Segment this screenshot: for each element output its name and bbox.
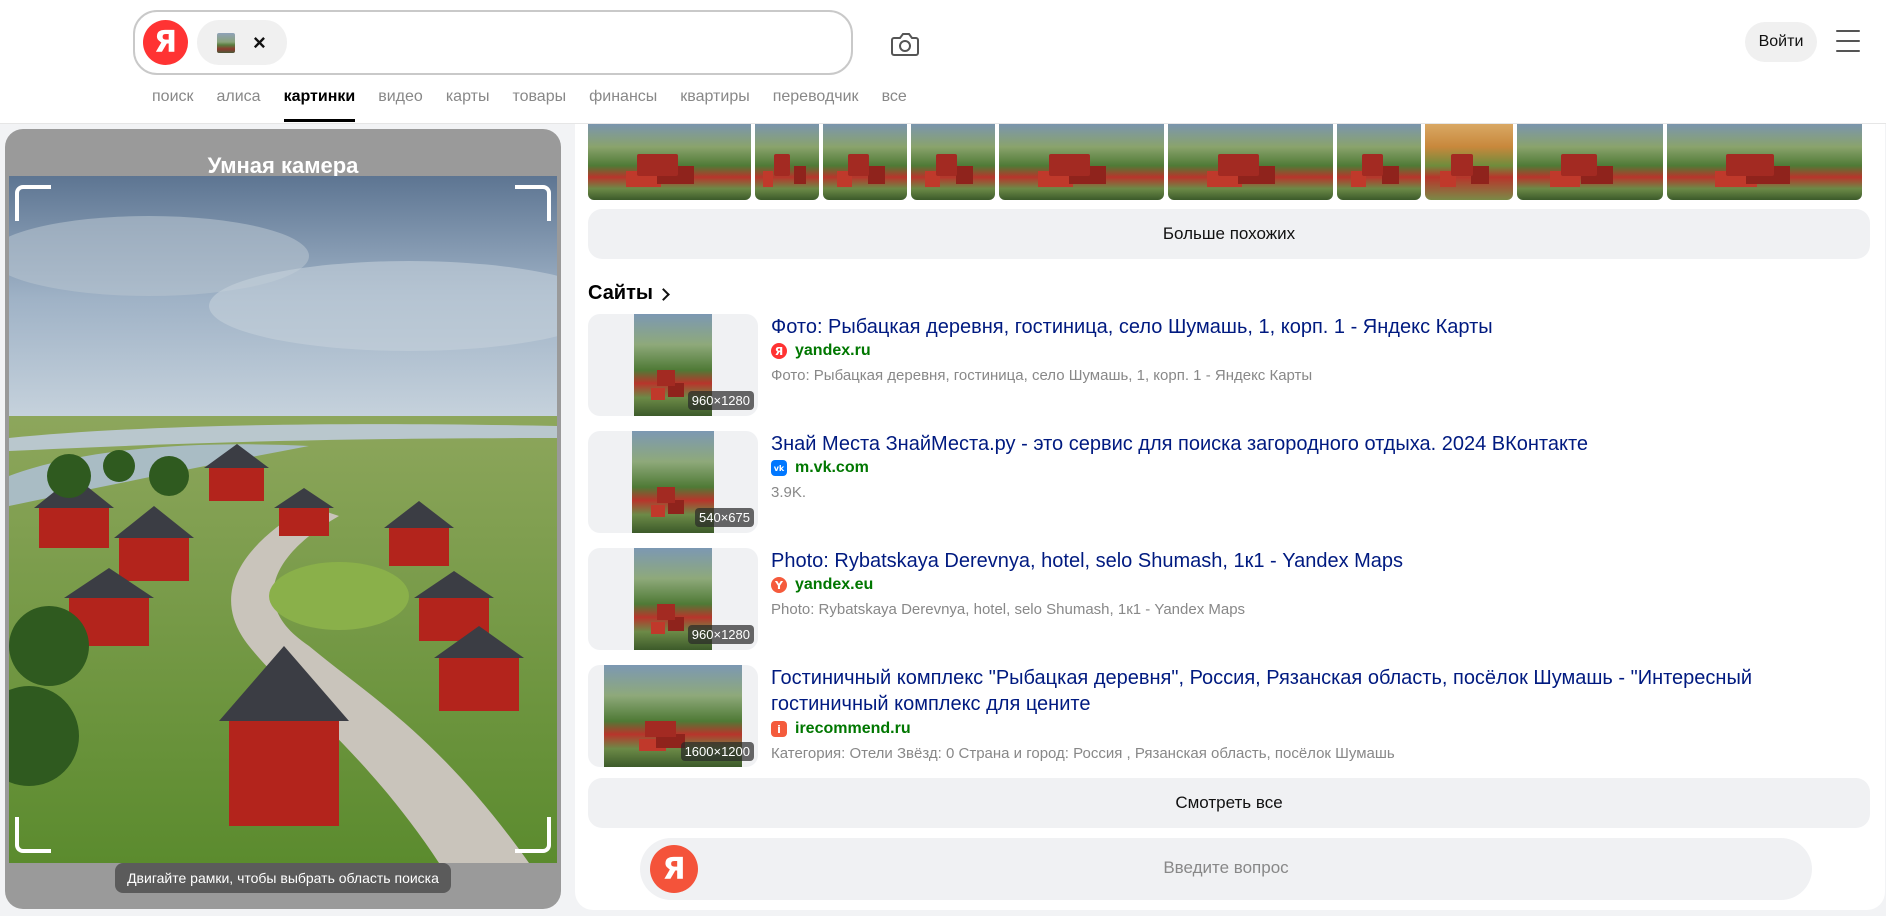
site-result: 960×1280 Фото: Рыбацкая деревня, гостини…: [588, 314, 1870, 416]
sites-heading-label: Сайты: [588, 282, 653, 304]
tab-realty[interactable]: квартиры: [680, 88, 749, 122]
image-dimensions: 540×675: [695, 508, 754, 527]
site-result: 960×1280 Photo: Rybatskaya Derevnya, hot…: [588, 548, 1870, 650]
query-image-thumbnail: [217, 32, 235, 53]
site-domain-link[interactable]: yandex.ru: [795, 342, 871, 360]
site-description: Photo: Rybatskaya Derevnya, hotel, selo …: [771, 601, 1246, 618]
vk-icon: vk: [771, 460, 787, 476]
image-dimensions: 1600×1200: [680, 742, 754, 761]
tab-translator[interactable]: переводчик: [773, 88, 859, 122]
header: Я × Войти поиск алиса картинки видео кар…: [0, 0, 1886, 124]
yandex-logo[interactable]: Я: [143, 20, 188, 65]
tab-alice[interactable]: алиса: [217, 88, 261, 122]
similar-image[interactable]: [823, 124, 907, 200]
search-box[interactable]: Я ×: [133, 10, 853, 75]
chevron-right-icon: [657, 287, 670, 301]
results-panel: Больше похожих Сайты 960×1280 Фото: Рыба…: [575, 124, 1885, 910]
site-title-link[interactable]: Фото: Рыбацкая деревня, гостиница, село …: [771, 314, 1861, 340]
site-title-link[interactable]: Знай Места ЗнайМеста.ру - это сервис для…: [771, 431, 1861, 457]
crop-handle-top-left[interactable]: [15, 185, 51, 221]
site-description: Категория: Отели Звёзд: 0 Страна и город…: [771, 745, 1395, 762]
close-icon[interactable]: ×: [253, 31, 266, 54]
site-domain-link[interactable]: irecommend.ru: [795, 720, 911, 738]
site-thumbnail[interactable]: 960×1280: [588, 314, 758, 416]
similar-image[interactable]: [1168, 124, 1333, 200]
similar-image[interactable]: [755, 124, 819, 200]
sites-heading[interactable]: Сайты: [588, 282, 670, 305]
similar-image[interactable]: [1667, 124, 1862, 200]
tab-products[interactable]: товары: [512, 88, 566, 122]
image-query-chip[interactable]: ×: [197, 20, 287, 65]
site-result: 540×675 Знай Места ЗнайМеста.ру - это се…: [588, 431, 1870, 533]
tab-search[interactable]: поиск: [152, 88, 194, 122]
site-thumbnail[interactable]: 960×1280: [588, 548, 758, 650]
site-source: i irecommend.ru: [771, 720, 911, 738]
camera-icon[interactable]: [888, 27, 922, 61]
similar-image[interactable]: [1517, 124, 1663, 200]
more-similar-button[interactable]: Больше похожих: [588, 209, 1870, 259]
similar-image[interactable]: [1425, 124, 1513, 200]
site-title-link[interactable]: Photo: Rybatskaya Derevnya, hotel, selo …: [771, 548, 1861, 574]
similar-image[interactable]: [1337, 124, 1421, 200]
query-image[interactable]: [9, 176, 557, 863]
site-title-link[interactable]: Гостиничный комплекс "Рыбацкая деревня",…: [771, 665, 1861, 717]
irecommend-icon: i: [771, 721, 787, 737]
similar-image[interactable]: [911, 124, 995, 200]
login-button[interactable]: Войти: [1745, 22, 1817, 62]
tab-all[interactable]: все: [882, 88, 907, 122]
image-dimensions: 960×1280: [687, 391, 754, 410]
crop-handle-bottom-right[interactable]: [515, 817, 551, 853]
image-dimensions: 960×1280: [687, 625, 754, 644]
tab-maps[interactable]: карты: [446, 88, 490, 122]
tab-finance[interactable]: финансы: [589, 88, 657, 122]
similar-image[interactable]: [999, 124, 1164, 200]
site-thumbnail[interactable]: 540×675: [588, 431, 758, 533]
menu-icon[interactable]: [1836, 30, 1860, 52]
yandex-eu-icon: Y: [771, 577, 787, 593]
nav-tabs: поиск алиса картинки видео карты товары …: [152, 88, 930, 122]
see-all-button[interactable]: Смотреть все: [588, 778, 1870, 828]
similar-images-strip: [588, 124, 1862, 200]
smart-camera-panel: Умная камера Двигайте рамки, чтобы выбра…: [5, 129, 561, 909]
similar-image[interactable]: [588, 124, 751, 200]
alice-logo-icon[interactable]: Я: [650, 845, 698, 893]
crop-handle-top-right[interactable]: [515, 185, 551, 221]
tab-images[interactable]: картинки: [283, 88, 355, 122]
site-domain-link[interactable]: m.vk.com: [795, 459, 869, 477]
site-thumbnail[interactable]: 1600×1200: [588, 665, 758, 767]
site-result: 1600×1200 Гостиничный комплекс "Рыбацкая…: [588, 665, 1870, 767]
site-source: Я yandex.ru: [771, 342, 871, 360]
site-domain-link[interactable]: yandex.eu: [795, 576, 873, 594]
crop-hint: Двигайте рамки, чтобы выбрать область по…: [115, 863, 451, 893]
ask-question-placeholder: Введите вопрос: [1163, 858, 1289, 877]
ask-question-input[interactable]: Введите вопрос Я: [640, 838, 1812, 900]
site-source: Y yandex.eu: [771, 576, 873, 594]
crop-handle-bottom-left[interactable]: [15, 817, 51, 853]
yandex-icon: Я: [771, 343, 787, 359]
tab-video[interactable]: видео: [378, 88, 423, 122]
site-source: vk m.vk.com: [771, 459, 869, 477]
site-description: 3.9K.: [771, 484, 807, 501]
site-description: Фото: Рыбацкая деревня, гостиница, село …: [771, 367, 1313, 384]
